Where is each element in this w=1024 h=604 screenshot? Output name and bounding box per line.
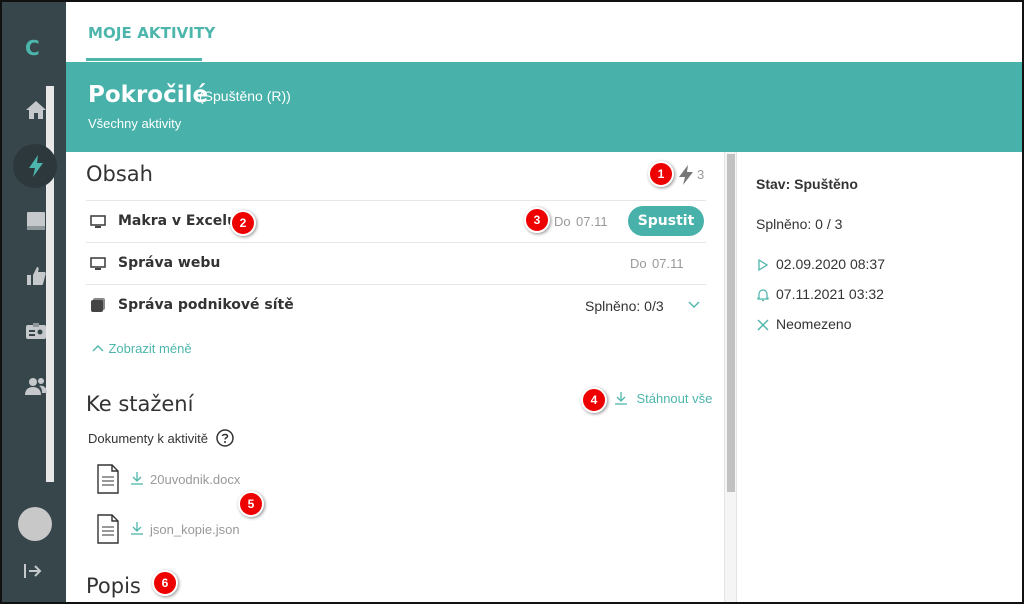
content-item[interactable]: Správa webu Do 07.11 [86,242,706,284]
breadcrumb-all-activities[interactable]: Všechny aktivity [88,116,181,131]
status-panel: Stav: Spuštěno Splněno: 0 / 3 02.09.2020… [738,152,1022,602]
sidebar-item-home[interactable] [22,96,50,124]
chevron-down-icon[interactable] [688,301,700,309]
home-icon [26,101,46,119]
course-set-icon [91,298,105,312]
lightning-icon [29,155,43,177]
show-less-label: Zobrazit méně [108,341,192,356]
status-state: Stav: Spuštěno [756,176,858,192]
due-date: 07.11 [652,256,684,271]
id-card-icon [26,323,46,339]
logout-button[interactable] [22,560,44,582]
monitor-icon [90,215,106,228]
content-item[interactable]: Správa podnikové sítě Splněno: 0/3 [86,284,706,326]
annotation-badge: 1 [648,161,674,187]
content-item[interactable]: Makra v Excelu Do 07.11 Spustit [86,200,706,242]
close-icon [757,319,769,331]
content-item-title[interactable]: Správa webu [118,255,220,271]
active-tab-indicator [86,58,202,61]
activity-banner: Pokročilé (Spuštěno (R)) Všechny aktivit… [66,62,1022,152]
lightning-icon [679,165,693,185]
annotation-badge: 4 [581,387,607,413]
sidebar-item-activities[interactable] [22,152,50,180]
annotation-badge: 2 [230,210,256,236]
documents-label: Dokumenty k aktivitě [88,431,208,446]
time-limit: Neomezeno [776,316,852,332]
annotation-badge: 3 [524,207,550,233]
download-all-label: Stáhnout vše [636,391,713,406]
file-link[interactable]: 20uvodnik.docx [150,472,240,487]
content-count: 3 [697,167,705,182]
due-prefix: Do [630,256,647,271]
due-prefix: Do [554,214,571,229]
sidebar-item-feedback[interactable] [22,262,50,290]
download-all-link[interactable]: Stáhnout vše [614,390,712,408]
document-icon [97,514,119,544]
start-date: 02.09.2020 08:37 [776,256,885,272]
app-logo[interactable]: C [25,36,40,60]
main-content: Obsah 3 Makra v Excelu Do 07.11 Spustit … [66,152,724,602]
download-icon[interactable] [130,521,144,535]
due-date: 07.11 [576,214,608,229]
show-less-link[interactable]: Zobrazit méně [92,340,192,358]
user-avatar[interactable] [18,507,52,541]
document-icon [97,464,119,494]
start-button[interactable]: Spustit [628,206,704,236]
downloads-heading: Ke stažení [86,392,194,416]
download-icon [615,392,627,405]
sidebar-item-certificates[interactable] [22,317,50,345]
page-title: Pokročilé [88,82,209,108]
sidebar-item-library[interactable] [22,207,50,235]
content-scrollbar[interactable] [724,152,737,602]
sidebar-item-people[interactable] [22,372,50,400]
file-link[interactable]: json_kopie.json [150,522,240,537]
app-window: C MOJE AKTIVITY Pokročilé (Spuštěno (R))… [0,0,1024,604]
top-bar: MOJE AKTIVITY [66,2,1022,62]
play-icon [758,258,769,272]
tab-my-activities[interactable]: MOJE AKTIVITY [88,24,215,42]
bell-icon [757,289,769,302]
help-icon[interactable] [216,429,234,447]
reminder-date: 07.11.2021 03:32 [776,286,884,302]
people-icon [25,378,47,395]
activity-status: (Spuštěno (R)) [199,88,291,104]
logout-icon [24,564,42,578]
monitor-icon [90,257,106,270]
scrollbar-thumb[interactable] [727,154,735,492]
content-item-title[interactable]: Makra v Excelu [118,213,237,229]
description-heading: Popis [86,574,141,598]
annotation-badge: 5 [238,491,264,517]
content-heading: Obsah [86,162,153,186]
book-icon [27,212,45,230]
status-completed: Splněno: 0 / 3 [756,216,843,232]
completed-count: Splněno: 0/3 [585,298,664,314]
thumbs-up-icon [27,267,46,285]
download-icon[interactable] [130,471,144,485]
annotation-badge: 6 [152,570,178,596]
sidebar: C [2,2,66,602]
chevron-up-icon [92,345,104,352]
content-item-title[interactable]: Správa podnikové sítě [118,297,294,313]
